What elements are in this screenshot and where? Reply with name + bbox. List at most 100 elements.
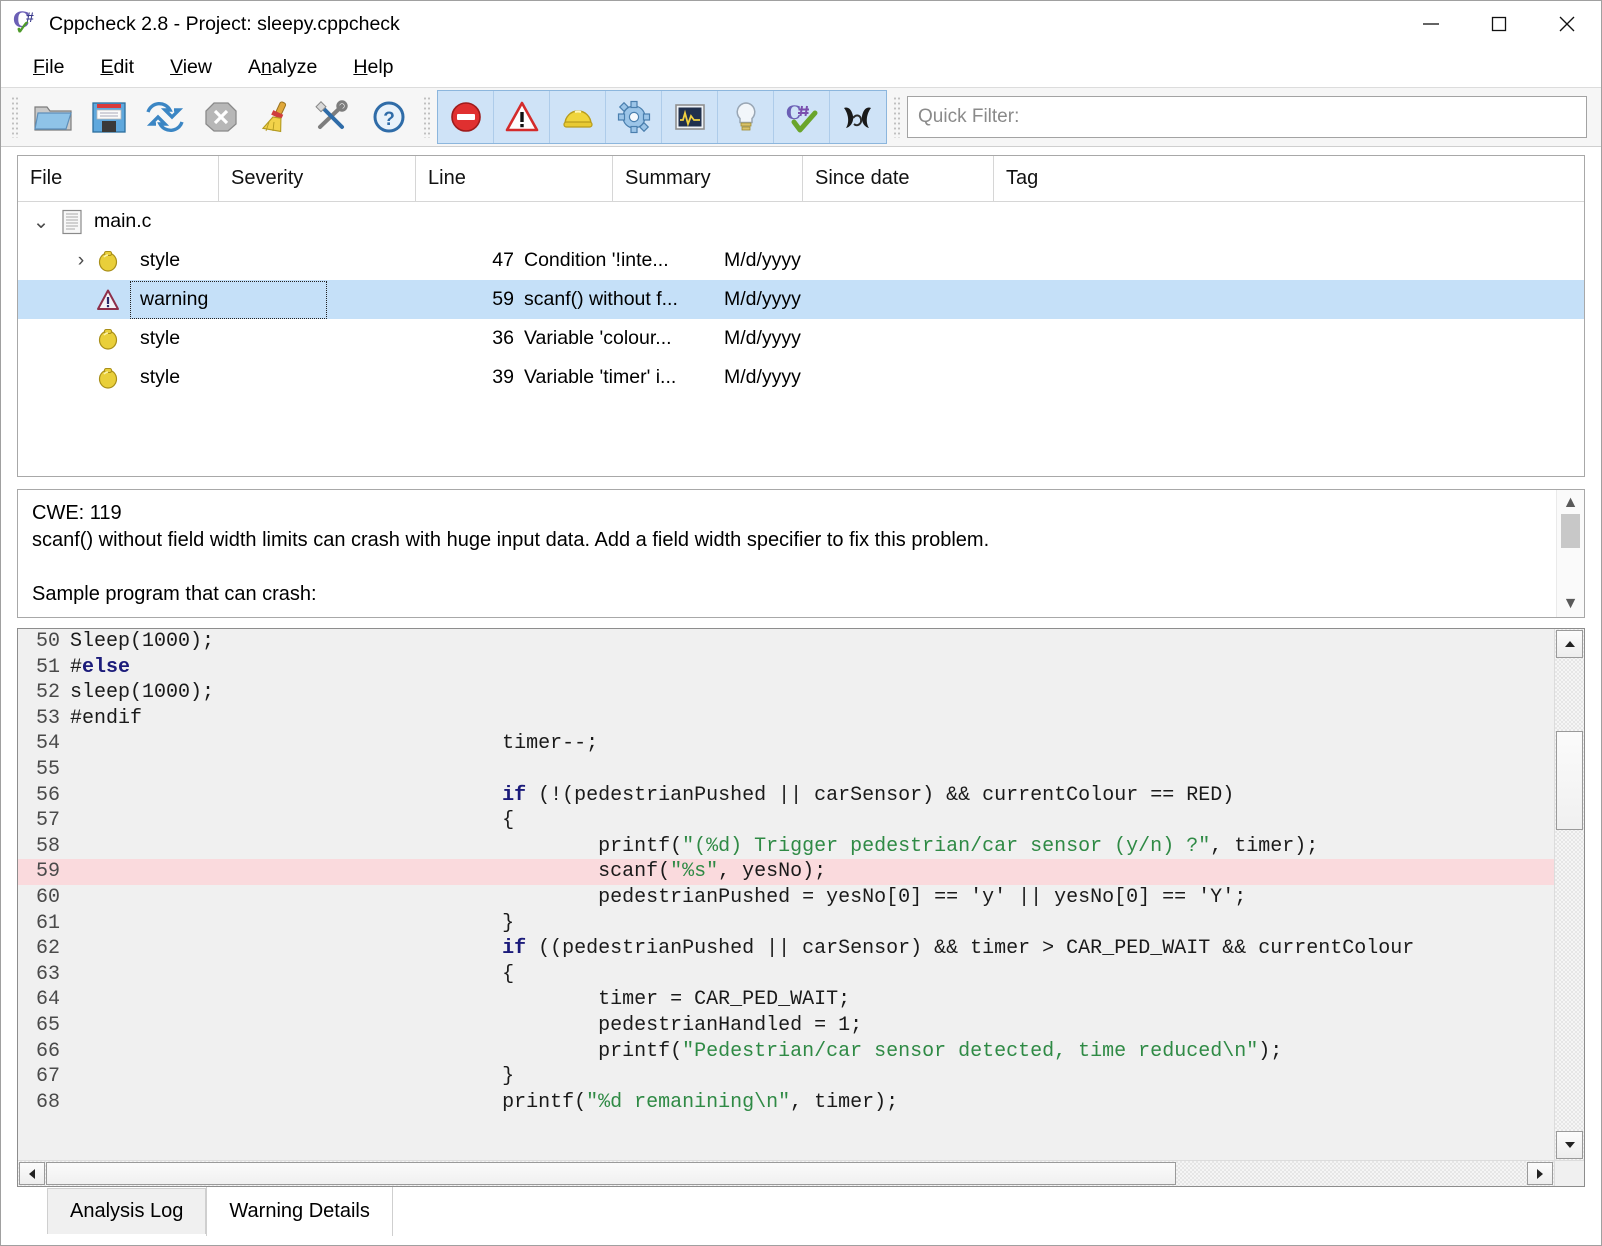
table-row[interactable]: › style 47 Condition '!inte... M/d/yyyy bbox=[18, 241, 1584, 280]
show-qt-button[interactable] bbox=[830, 91, 886, 143]
code-line: 61 } bbox=[18, 911, 1554, 937]
code-line-text: if (!(pedestrianPushed || carSensor) && … bbox=[70, 783, 1554, 809]
chevron-down-icon[interactable]: ▼ bbox=[1557, 595, 1584, 613]
code-vertical-scrollbar[interactable] bbox=[1554, 629, 1584, 1160]
menu-edit-rest: dit bbox=[113, 55, 135, 78]
performance-icon bbox=[674, 104, 705, 130]
chevron-up-icon[interactable]: ▲ bbox=[1557, 494, 1584, 512]
code-token: #endif bbox=[70, 706, 143, 730]
code-line-number: 52 bbox=[35, 681, 60, 705]
code-line-text: printf("(%d) Trigger pedestrian/car sens… bbox=[70, 834, 1554, 860]
code-hscroll-thumb[interactable] bbox=[46, 1162, 1176, 1185]
quick-filter-input[interactable] bbox=[907, 96, 1587, 138]
reanalyze-button[interactable] bbox=[137, 91, 193, 143]
help-button[interactable]: ? bbox=[361, 91, 417, 143]
code-line: 52 sleep(1000); bbox=[18, 680, 1554, 706]
cpp-check-icon: C bbox=[786, 102, 817, 133]
show-cpp-button[interactable]: C bbox=[774, 91, 830, 143]
clear-results-button[interactable] bbox=[249, 91, 305, 143]
column-header-since-date[interactable]: Since date bbox=[803, 156, 994, 201]
code-scroll-down-button[interactable] bbox=[1556, 1131, 1583, 1159]
row-summary: Variable 'colour... bbox=[524, 327, 672, 349]
show-performance-button[interactable] bbox=[662, 91, 718, 143]
code-token: Sleep(1000); bbox=[70, 630, 215, 653]
help-icon: ? bbox=[373, 101, 405, 133]
menu-help[interactable]: Help bbox=[335, 53, 411, 82]
code-token: ((pedestrianPushed || carSensor) && time… bbox=[526, 937, 1415, 961]
show-errors-button[interactable] bbox=[438, 91, 494, 143]
main-content: File Severity Line Summary Since date Ta… bbox=[1, 147, 1601, 1245]
column-header-summary[interactable]: Summary bbox=[613, 156, 803, 201]
code-line-number: 64 bbox=[35, 988, 60, 1012]
stop-icon bbox=[205, 102, 237, 132]
toolbar-grip-file[interactable] bbox=[11, 96, 20, 138]
code-scroll-left-button[interactable] bbox=[19, 1162, 45, 1185]
row-severity: warning bbox=[130, 280, 327, 319]
code-token: printf( bbox=[70, 1039, 683, 1063]
column-header-tag[interactable]: Tag bbox=[994, 156, 1144, 201]
title-bar-left: C # ✓ Cppcheck 2.8 - Project: sleepy.cpp… bbox=[1, 7, 400, 39]
code-line-text: sleep(1000); bbox=[70, 680, 1554, 706]
minimize-button[interactable] bbox=[1397, 1, 1465, 47]
column-header-line[interactable]: Line bbox=[416, 156, 613, 201]
expand-collapse-file-icon[interactable]: ⌄ bbox=[30, 210, 52, 234]
close-button[interactable] bbox=[1533, 1, 1601, 47]
expand-row-icon[interactable]: › bbox=[70, 249, 92, 272]
code-line: 59 scanf("%s", yesNo); bbox=[18, 859, 1554, 885]
code-horizontal-scrollbar[interactable] bbox=[18, 1160, 1584, 1186]
row-summary: Condition '!inte... bbox=[524, 249, 669, 271]
column-header-severity[interactable]: Severity bbox=[219, 156, 416, 201]
title-bar: C # ✓ Cppcheck 2.8 - Project: sleepy.cpp… bbox=[1, 1, 1601, 47]
code-token: # bbox=[70, 655, 83, 679]
code-line-text: { bbox=[70, 808, 1554, 834]
menu-help-rest: elp bbox=[367, 55, 394, 78]
menu-edit[interactable]: Edit bbox=[82, 53, 152, 82]
tab-warning-details[interactable]: Warning Details bbox=[206, 1186, 393, 1236]
show-style-button[interactable] bbox=[550, 91, 606, 143]
toolbar-group-severity: C bbox=[437, 90, 887, 144]
code-line-number: 61 bbox=[35, 911, 60, 935]
code-line-number: 68 bbox=[35, 1090, 60, 1114]
show-warnings-button[interactable] bbox=[494, 91, 550, 143]
row-since-date: M/d/yyyy bbox=[724, 249, 801, 271]
code-line-number: 57 bbox=[35, 809, 60, 833]
code-token: { bbox=[70, 962, 515, 986]
code-line: 64 timer = CAR_PED_WAIT; bbox=[18, 987, 1554, 1013]
cppcheck-logo-icon: C # ✓ bbox=[13, 7, 34, 39]
show-portability-button[interactable] bbox=[606, 91, 662, 143]
menu-bar: File Edit View Analyze Help bbox=[1, 47, 1601, 87]
save-button[interactable] bbox=[81, 91, 137, 143]
table-row[interactable]: style 36 Variable 'colour... M/d/yyyy bbox=[18, 319, 1584, 358]
code-scroll-right-button[interactable] bbox=[1527, 1162, 1553, 1185]
show-information-button[interactable] bbox=[718, 91, 774, 143]
code-scroll-up-button[interactable] bbox=[1556, 630, 1583, 658]
maximize-button[interactable] bbox=[1465, 1, 1533, 47]
code-viewer-text[interactable]: 50 Sleep(1000); 51 #else 52 sleep(1000); 53 #en… bbox=[18, 629, 1554, 1160]
open-folder-button[interactable] bbox=[25, 91, 81, 143]
refresh-icon bbox=[146, 102, 184, 132]
save-icon bbox=[92, 102, 126, 133]
file-group-row[interactable]: ⌄ main.c bbox=[18, 202, 1584, 241]
stop-button[interactable] bbox=[193, 91, 249, 143]
settings-button[interactable] bbox=[305, 91, 361, 143]
code-scroll-thumb[interactable] bbox=[1556, 731, 1583, 830]
details-scroll-thumb[interactable] bbox=[1561, 514, 1580, 548]
code-line: 55 bbox=[18, 757, 1554, 783]
details-scrollbar[interactable]: ▲ ▼ bbox=[1556, 490, 1584, 617]
code-line-number: 66 bbox=[35, 1039, 60, 1063]
row-since-date: M/d/yyyy bbox=[724, 366, 801, 388]
tab-analysis-log[interactable]: Analysis Log bbox=[47, 1188, 207, 1234]
table-row[interactable]: style 39 Variable 'timer' i... M/d/yyyy bbox=[18, 358, 1584, 397]
menu-analyze[interactable]: Analyze bbox=[230, 53, 335, 82]
toolbar-grip-severity[interactable] bbox=[423, 96, 432, 138]
code-token: pedestrianHandled = 1; bbox=[70, 1013, 863, 1037]
menu-file[interactable]: File bbox=[15, 53, 82, 82]
column-header-file[interactable]: File bbox=[18, 156, 219, 201]
row-line: 59 bbox=[492, 288, 514, 310]
toolbar-grip-filter[interactable] bbox=[893, 96, 902, 138]
menu-view[interactable]: View bbox=[152, 53, 230, 82]
details-scroll-track[interactable] bbox=[1557, 512, 1584, 595]
row-severity: style bbox=[140, 366, 181, 388]
style-icon bbox=[562, 110, 593, 128]
table-row[interactable]: warning 59 scanf() without f... M/d/yyyy bbox=[18, 280, 1584, 319]
